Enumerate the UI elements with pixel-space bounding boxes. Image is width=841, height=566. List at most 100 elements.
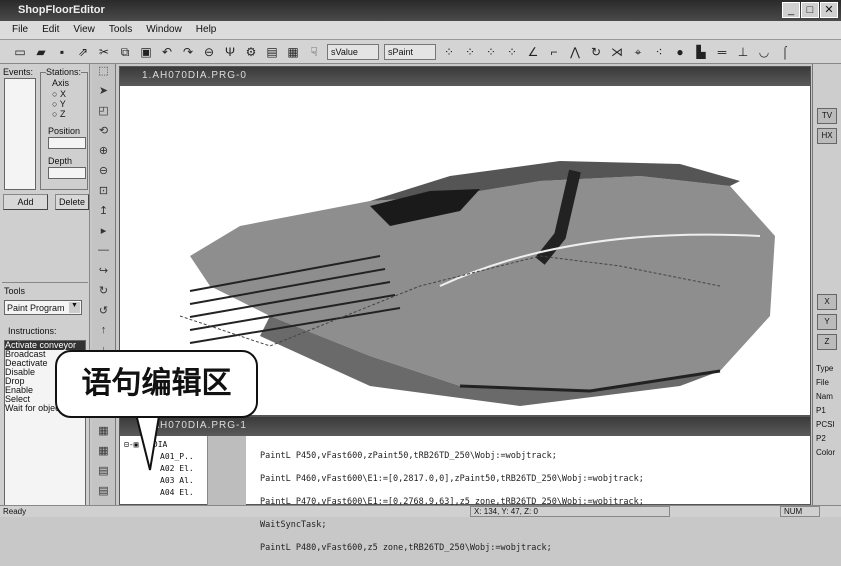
car-body-side: [190, 176, 775, 391]
tv-button[interactable]: TV: [817, 108, 837, 124]
join-icon[interactable]: ⋊: [609, 44, 625, 60]
code-line[interactable]: WaitSyncTask;: [260, 520, 644, 532]
axis-z-label: Z: [59, 109, 66, 119]
save-icon[interactable]: ▪: [54, 44, 70, 60]
menu-window[interactable]: Window: [146, 24, 182, 35]
copy-icon[interactable]: ⧉: [117, 44, 133, 60]
code-line[interactable]: PaintL P460,vFast600\E1:=[0,2817.0,0],zP…: [260, 474, 644, 486]
menu-bar: File Edit View Tools Window Help: [0, 21, 841, 40]
tool-icon[interactable]: Ψ: [222, 44, 238, 60]
paint-select[interactable]: sPaint: [384, 43, 436, 60]
dash-icon[interactable]: —: [92, 244, 115, 264]
tree-item[interactable]: A04 El.: [124, 487, 207, 499]
code-line[interactable]: PaintL P480,vFast600,z5 zone,tRB26TD_250…: [260, 543, 644, 555]
zoom-in-icon[interactable]: ⊕: [92, 144, 115, 164]
redo-icon[interactable]: ↷: [180, 44, 196, 60]
arm-icon[interactable]: ⌠: [777, 44, 793, 60]
layout4-icon[interactable]: ▤: [92, 484, 115, 504]
open-icon[interactable]: ▰: [33, 44, 49, 60]
delete-button[interactable]: Delete: [55, 194, 89, 210]
depth-field[interactable]: [48, 167, 86, 179]
teach-icon[interactable]: ☟: [306, 44, 322, 60]
menu-edit[interactable]: Edit: [42, 24, 59, 35]
zoom-window-icon[interactable]: ⊡: [92, 184, 115, 204]
pointer-icon[interactable]: ➤: [92, 84, 115, 104]
move-icon[interactable]: ∠: [525, 44, 541, 60]
program-editor-window: 1.AH070DIA.PRG-1 ⊟-▣ 70DIA A01_P.. A02 E…: [119, 416, 811, 553]
target-icon[interactable]: ⌖: [630, 44, 646, 60]
move-right-icon[interactable]: ▸: [92, 224, 115, 244]
refresh-icon[interactable]: ↻: [92, 284, 115, 304]
spray-icon[interactable]: ⁖: [651, 44, 667, 60]
new-icon[interactable]: ▭: [12, 44, 28, 60]
menu-view[interactable]: View: [73, 24, 95, 35]
tools-select-value: Paint Program: [7, 303, 65, 313]
robot-icon[interactable]: ⚙: [243, 44, 259, 60]
add-button[interactable]: Add: [3, 194, 48, 210]
hx-button[interactable]: HX: [817, 128, 837, 144]
station-icon[interactable]: ⊥: [735, 44, 751, 60]
position-label: Position: [48, 126, 81, 136]
code-area[interactable]: PaintL P450,vFast600,zPaint50,tRB26TD_25…: [260, 439, 644, 566]
maximize-button[interactable]: □: [801, 2, 819, 18]
menu-file[interactable]: File: [12, 24, 28, 35]
z-button[interactable]: Z: [817, 334, 837, 350]
editor-title: 1.AH070DIA.PRG-1: [120, 417, 810, 436]
chevron-down-icon[interactable]: ▼: [69, 302, 80, 313]
code-line[interactable]: PaintL P450,vFast600,zPaint50,tRB26TD_25…: [260, 451, 644, 463]
divider: [2, 282, 88, 283]
axis-z-radio[interactable]: ○ Z: [52, 109, 65, 119]
file-label: File: [816, 378, 829, 387]
minimize-button[interactable]: _: [782, 2, 800, 18]
pcsi-label: PCSI: [816, 420, 835, 429]
status-text: Ready: [3, 507, 27, 516]
tools-select[interactable]: Paint Program ▼: [4, 300, 82, 315]
machine-icon[interactable]: ▙: [693, 44, 709, 60]
zoom-out-icon[interactable]: ⊖: [92, 164, 115, 184]
layout3-icon[interactable]: ▤: [92, 464, 115, 484]
undo-view-icon[interactable]: ↺: [92, 304, 115, 324]
bath-icon[interactable]: ◡: [756, 44, 772, 60]
color-label: Color: [816, 448, 836, 457]
view-tool-strip: ⬚➤◰⟲⊕⊖⊡↥▸—↪↻↺↑↓···▦▦▤▤: [92, 64, 116, 505]
menu-help[interactable]: Help: [196, 24, 217, 35]
callout-label: 语句编辑区: [55, 350, 258, 418]
up-icon[interactable]: ↑: [92, 324, 115, 344]
step3-icon[interactable]: ⁘: [483, 44, 499, 60]
paste-icon[interactable]: ▣: [138, 44, 154, 60]
step2-icon[interactable]: ⁘: [462, 44, 478, 60]
layout1-icon[interactable]: ▦: [92, 424, 115, 444]
events-list[interactable]: [4, 78, 36, 190]
y-button[interactable]: Y: [817, 314, 837, 330]
undo-icon[interactable]: ↶: [159, 44, 175, 60]
toolbar: ▭ ▰ ▪ ⇗ ✂ ⧉ ▣ ↶ ↷ ⊖ Ψ ⚙ ▤ ▦ ☟ sValue sPaint ⁘ ⁘ ⁘ ⁘ ∠ ⌐…: [0, 40, 841, 64]
step1-icon[interactable]: ⁘: [441, 44, 457, 60]
close-button[interactable]: ✕: [820, 2, 838, 18]
frame-icon[interactable]: ◰: [92, 104, 115, 124]
circle-path-icon[interactable]: ↻: [588, 44, 604, 60]
select-icon[interactable]: ⬚: [92, 64, 115, 84]
paint-gun-icon[interactable]: ⊖: [201, 44, 217, 60]
path-icon[interactable]: ⋀: [567, 44, 583, 60]
layout2-icon[interactable]: ▦: [92, 444, 115, 464]
grid-icon[interactable]: ▤: [264, 44, 280, 60]
turn-icon[interactable]: ↪: [92, 264, 115, 284]
step4-icon[interactable]: ⁘: [504, 44, 520, 60]
axis-x-radio[interactable]: ○ X: [52, 89, 66, 99]
value-select[interactable]: sValue: [327, 43, 379, 60]
axis-label: Axis: [52, 78, 70, 88]
position-field[interactable]: [48, 137, 86, 149]
rail-icon[interactable]: ═: [714, 44, 730, 60]
type-label: Type: [816, 364, 834, 373]
linear-icon[interactable]: ⌐: [546, 44, 562, 60]
import-icon[interactable]: ⇗: [75, 44, 91, 60]
x-button[interactable]: X: [817, 294, 837, 310]
rotate-icon[interactable]: ⟲: [92, 124, 115, 144]
menu-tools[interactable]: Tools: [109, 24, 132, 35]
move-up-icon[interactable]: ↥: [92, 204, 115, 224]
events-label: Events:: [3, 67, 34, 77]
window-icon[interactable]: ▦: [285, 44, 301, 60]
axis-y-radio[interactable]: ○ Y: [52, 99, 66, 109]
cut-icon[interactable]: ✂: [96, 44, 112, 60]
sphere-icon[interactable]: ●: [672, 44, 688, 60]
